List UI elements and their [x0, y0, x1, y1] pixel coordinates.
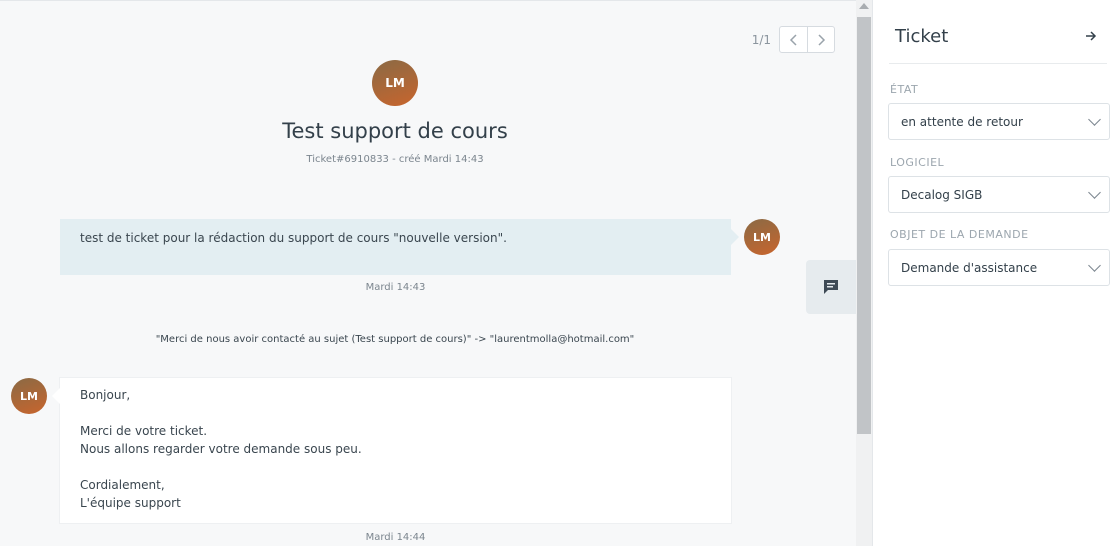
arrow-right-icon	[1086, 31, 1097, 41]
pager-buttons	[779, 26, 835, 53]
software-label: LOGICIEL	[890, 156, 945, 169]
request-subject-value: Demande d'assistance	[901, 261, 1038, 275]
message-line: Nous allons regarder votre demande sous …	[80, 442, 362, 456]
message-timestamp: Mardi 14:43	[365, 282, 426, 293]
chevron-left-icon	[789, 33, 797, 46]
message-line: L'équipe support	[80, 496, 181, 510]
sidebar-title: Ticket	[895, 26, 949, 47]
message-line	[80, 458, 711, 476]
pager-count: 1/1	[751, 32, 771, 47]
message-line: Bonjour,	[80, 388, 131, 402]
collapse-sidebar-button[interactable]	[1085, 28, 1097, 46]
chat-bubble-icon	[824, 280, 838, 294]
ticket-pager: 1/1	[752, 26, 835, 53]
customer-avatar[interactable]: LM	[372, 60, 418, 106]
message-line	[80, 404, 711, 422]
customer-message: test de ticket pour la rédaction du supp…	[60, 219, 739, 275]
ticket-sidebar: Ticket ÉTAT en attente de retour LOGICIE…	[872, 0, 1114, 546]
chevron-down-icon	[1088, 186, 1101, 199]
state-select[interactable]: en attente de retour	[888, 103, 1110, 140]
state-label: ÉTAT	[890, 83, 919, 96]
ticket-meta: Ticket#6910833 - créé Mardi 14:43	[306, 154, 484, 165]
message-text: test de ticket pour la rédaction du supp…	[80, 231, 507, 245]
software-value: Decalog SIGB	[901, 188, 983, 202]
scroll-up-arrow-icon[interactable]	[859, 3, 869, 9]
system-notification: "Merci de nous avoir contacté au sujet (…	[155, 334, 635, 345]
request-subject-label: OBJET DE LA DEMANDE	[890, 228, 1029, 241]
next-ticket-button[interactable]	[807, 27, 834, 52]
agent-message: Bonjour, Merci de votre ticket. Nous all…	[52, 378, 731, 523]
previous-ticket-button[interactable]	[780, 27, 807, 52]
chevron-down-icon	[1088, 259, 1101, 272]
ticket-title[interactable]: Test support de cours	[0, 119, 790, 143]
sidebar-header: Ticket	[889, 22, 1107, 64]
message-line: Merci de votre ticket.	[80, 424, 208, 438]
message-timestamp: Mardi 14:44	[365, 532, 426, 543]
chevron-down-icon	[1088, 113, 1101, 126]
conversation-panel: 1/1 LM Test support de cours Ticket#6910…	[0, 0, 856, 546]
state-value: en attente de retour	[901, 115, 1023, 129]
message-line: Cordialement,	[80, 478, 165, 492]
software-select[interactable]: Decalog SIGB	[888, 176, 1110, 213]
scrollbar-thumb[interactable]	[857, 17, 871, 434]
reply-button[interactable]	[806, 260, 856, 314]
message-avatar[interactable]: LM	[11, 378, 47, 414]
conversation-scrollbar[interactable]	[856, 0, 872, 546]
chevron-right-icon	[818, 33, 826, 46]
message-avatar[interactable]: LM	[744, 219, 780, 255]
request-subject-select[interactable]: Demande d'assistance	[888, 249, 1110, 286]
